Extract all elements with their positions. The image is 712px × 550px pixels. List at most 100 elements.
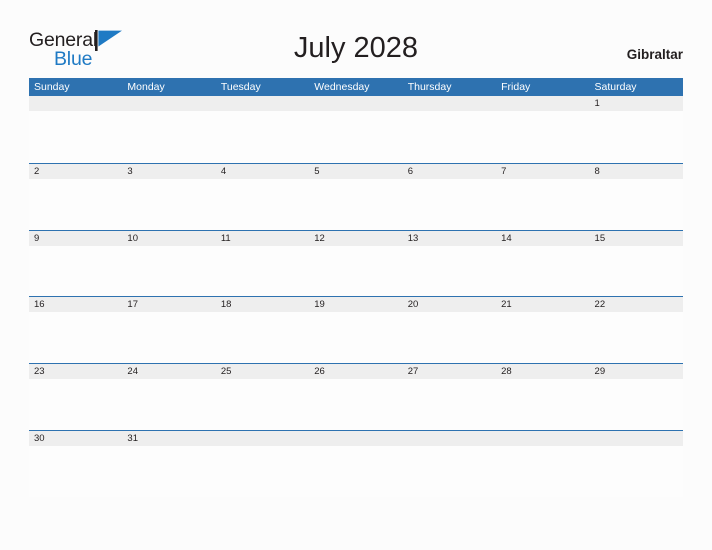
day-number[interactable]: 7 [496, 164, 589, 179]
day-cell[interactable] [216, 312, 309, 362]
day-number[interactable] [590, 431, 683, 446]
day-cell[interactable] [216, 379, 309, 429]
day-number[interactable] [122, 96, 215, 111]
day-cell[interactable] [496, 179, 589, 229]
day-number[interactable]: 16 [29, 297, 122, 312]
day-cell[interactable] [122, 379, 215, 429]
day-number[interactable]: 6 [403, 164, 496, 179]
dow-thursday: Thursday [407, 81, 452, 93]
day-number[interactable]: 13 [403, 231, 496, 246]
day-number[interactable]: 4 [216, 164, 309, 179]
day-cell[interactable] [496, 111, 589, 161]
dow-sunday: Sunday [34, 81, 70, 93]
day-cell[interactable] [122, 312, 215, 362]
day-cell[interactable] [122, 179, 215, 229]
day-number[interactable]: 12 [309, 231, 402, 246]
day-number[interactable] [29, 96, 122, 111]
dow-tuesday: Tuesday [220, 81, 261, 93]
page-title: July 2028 [293, 32, 419, 64]
day-cell[interactable] [590, 312, 683, 362]
day-cell[interactable] [403, 111, 496, 161]
day-cell[interactable] [590, 446, 683, 496]
day-number[interactable]: 5 [309, 164, 402, 179]
day-number[interactable] [496, 96, 589, 111]
day-cell[interactable] [29, 179, 122, 229]
day-number[interactable]: 27 [403, 364, 496, 379]
week-event-area [29, 111, 683, 161]
day-cell[interactable] [309, 446, 402, 496]
day-cell[interactable] [403, 379, 496, 429]
calendar-week-row: 2 3 4 5 6 7 8 [29, 162, 683, 230]
day-cell[interactable] [403, 446, 496, 496]
day-number[interactable]: 14 [496, 231, 589, 246]
day-cell[interactable] [29, 312, 122, 362]
day-cell[interactable] [403, 179, 496, 229]
day-cell[interactable] [216, 246, 309, 296]
day-number[interactable]: 3 [122, 164, 215, 179]
day-cell[interactable] [29, 246, 122, 296]
day-number[interactable]: 17 [122, 297, 215, 312]
day-number[interactable]: 11 [216, 231, 309, 246]
day-number[interactable]: 22 [590, 297, 683, 312]
day-number[interactable]: 1 [590, 96, 683, 111]
day-number[interactable]: 26 [309, 364, 402, 379]
day-number[interactable] [216, 431, 309, 446]
day-cell[interactable] [403, 312, 496, 362]
day-cell[interactable] [309, 179, 402, 229]
day-cell[interactable] [496, 246, 589, 296]
day-number[interactable]: 8 [590, 164, 683, 179]
day-number[interactable] [496, 431, 589, 446]
day-cell[interactable] [496, 312, 589, 362]
day-cell[interactable] [590, 179, 683, 229]
calendar-page: General Blue July 2028 Gibraltar Sunday … [0, 0, 712, 550]
day-cell[interactable] [216, 446, 309, 496]
day-cell[interactable] [216, 111, 309, 161]
day-cell[interactable] [216, 179, 309, 229]
day-cell[interactable] [122, 246, 215, 296]
country-label: Gibraltar [626, 47, 683, 62]
day-number[interactable]: 29 [590, 364, 683, 379]
day-number[interactable] [216, 96, 309, 111]
day-cell[interactable] [496, 446, 589, 496]
day-cell[interactable] [29, 379, 122, 429]
day-cell[interactable] [309, 111, 402, 161]
day-cell[interactable] [309, 312, 402, 362]
day-number[interactable] [309, 431, 402, 446]
day-number[interactable]: 18 [216, 297, 309, 312]
week-event-area [29, 379, 683, 429]
day-cell[interactable] [122, 111, 215, 161]
day-number[interactable]: 10 [122, 231, 215, 246]
dow-wednesday: Wednesday [314, 81, 370, 93]
day-cell[interactable] [309, 246, 402, 296]
day-number[interactable] [309, 96, 402, 111]
day-number[interactable]: 19 [309, 297, 402, 312]
calendar-week-row: 16 17 18 19 20 21 22 [29, 296, 683, 364]
day-number[interactable]: 28 [496, 364, 589, 379]
day-number[interactable]: 31 [122, 431, 215, 446]
day-number[interactable]: 30 [29, 431, 122, 446]
week-date-band: 23 24 25 26 27 28 29 [29, 364, 683, 380]
day-number[interactable] [403, 431, 496, 446]
week-date-band: 2 3 4 5 6 7 8 [29, 163, 683, 179]
day-cell[interactable] [590, 246, 683, 296]
day-number[interactable]: 20 [403, 297, 496, 312]
day-number[interactable] [403, 96, 496, 111]
day-of-week-header: Sunday Monday Tuesday Wednesday Thursday… [29, 78, 683, 96]
day-number[interactable]: 9 [29, 231, 122, 246]
day-cell[interactable] [122, 446, 215, 496]
day-cell[interactable] [309, 379, 402, 429]
day-number[interactable]: 25 [216, 364, 309, 379]
day-cell[interactable] [496, 379, 589, 429]
day-number[interactable]: 23 [29, 364, 122, 379]
day-number[interactable]: 24 [122, 364, 215, 379]
day-cell[interactable] [590, 111, 683, 161]
day-cell[interactable] [403, 246, 496, 296]
day-number[interactable]: 21 [496, 297, 589, 312]
day-number[interactable]: 15 [590, 231, 683, 246]
day-cell[interactable] [29, 446, 122, 496]
day-cell[interactable] [29, 111, 122, 161]
day-number[interactable]: 2 [29, 164, 122, 179]
page-header: General Blue July 2028 Gibraltar [0, 0, 712, 76]
day-cell[interactable] [590, 379, 683, 429]
week-date-band: 16 17 18 19 20 21 22 [29, 297, 683, 313]
